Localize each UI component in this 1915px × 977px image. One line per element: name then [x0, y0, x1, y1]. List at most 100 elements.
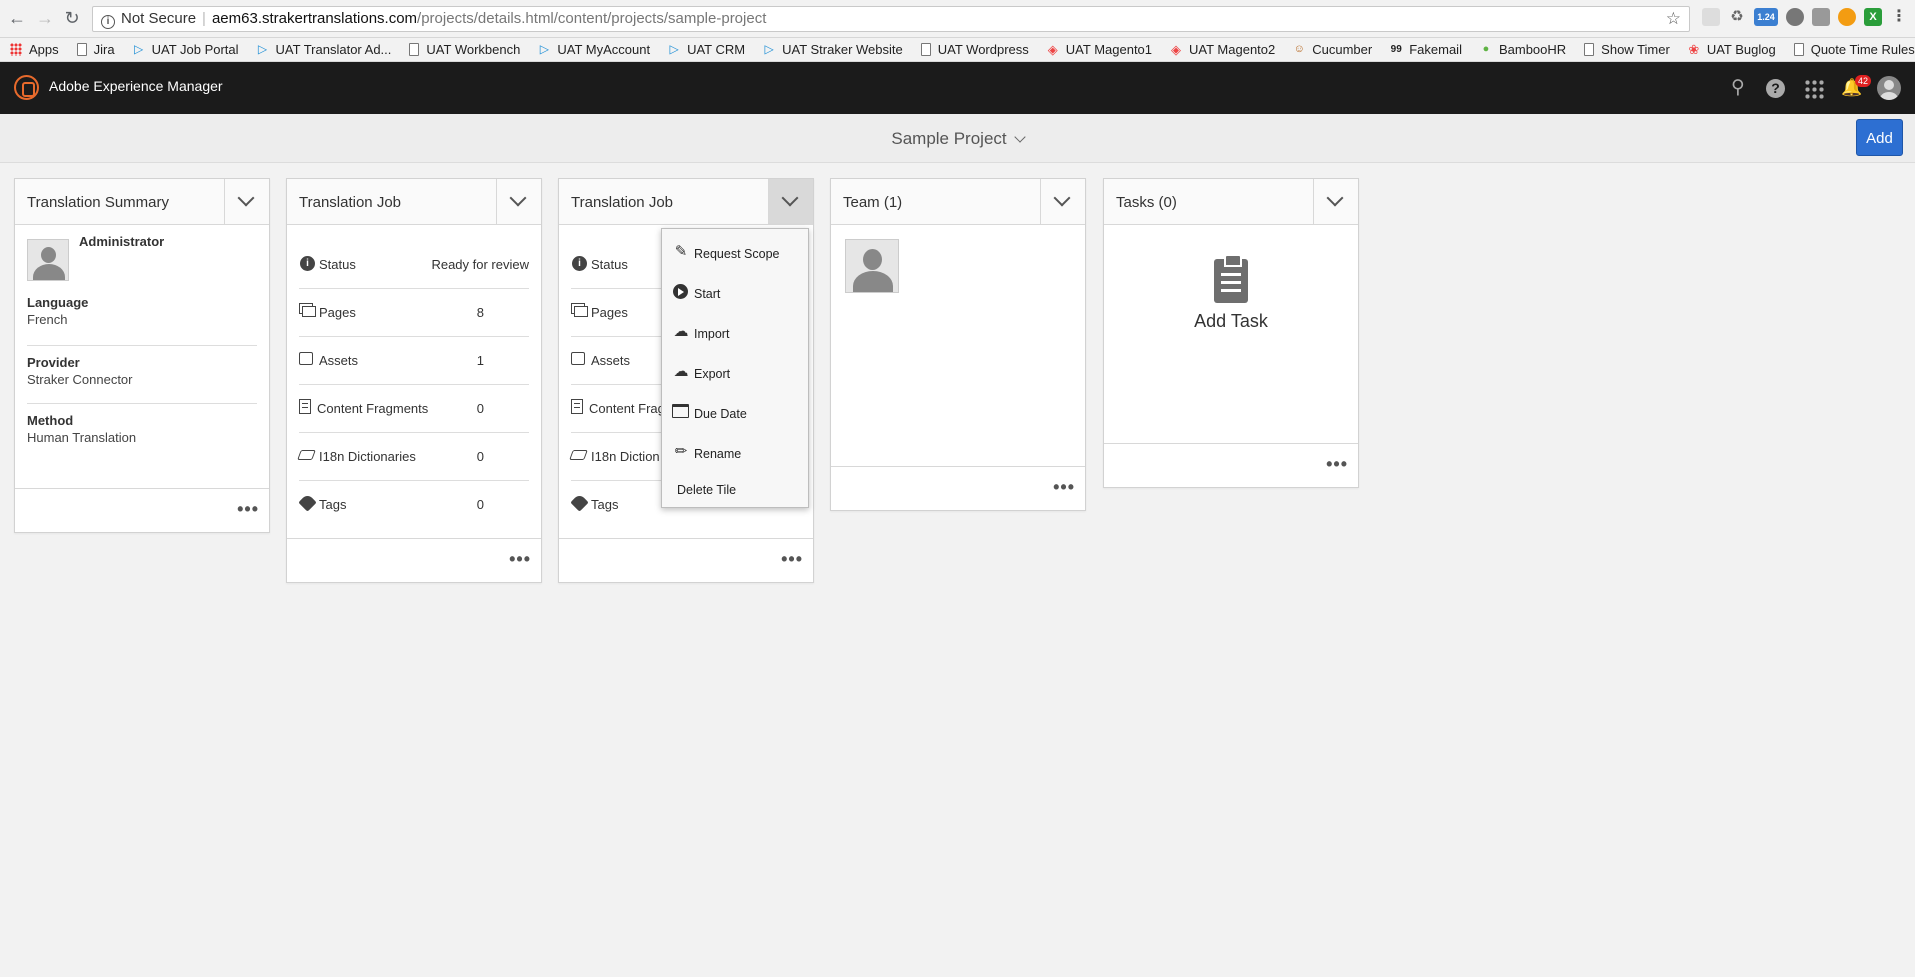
job-row-dictionaries[interactable]: I18n Dictionaries 0 — [297, 433, 529, 481]
menu-item-import[interactable]: ☁ Import — [672, 321, 802, 345]
bookmark-item[interactable]: Quote Time Rules T... — [1793, 42, 1915, 57]
app-title[interactable]: Adobe Experience Manager — [49, 78, 223, 94]
job-row-assets[interactable]: Assets 1 — [299, 337, 529, 385]
bookmark-item[interactable]: ☺ Cucumber — [1293, 42, 1373, 57]
qr-icon[interactable] — [1812, 8, 1830, 26]
dictionary-icon — [297, 450, 316, 460]
bookmark-item[interactable]: ◈ UAT Magento2 — [1170, 42, 1275, 57]
row-label: Status — [319, 257, 356, 272]
bookmark-item[interactable]: ▷ UAT Job Portal — [133, 42, 239, 57]
bookmark-star-icon[interactable]: ☆ — [1666, 7, 1681, 31]
url-path: /projects/details.html/content/projects/… — [417, 10, 767, 27]
adobe-logo-icon[interactable] — [14, 75, 39, 100]
fakemail-icon: 99 — [1390, 44, 1402, 55]
bookmark-item[interactable]: ▷ UAT Translator Ad... — [257, 42, 391, 57]
project-title[interactable]: Sample Project — [0, 129, 1915, 149]
recycle-icon[interactable]: ♻ — [1728, 8, 1746, 26]
menu-item-export[interactable]: ☁ Export — [672, 361, 802, 385]
card-title: Translation Job — [299, 194, 401, 211]
menu-item-label: Export — [694, 367, 731, 381]
menu-item-start[interactable]: Start — [672, 281, 802, 305]
help-icon[interactable]: ? — [1766, 79, 1785, 98]
bookmark-item[interactable]: UAT Wordpress — [920, 42, 1029, 57]
bookmark-item[interactable]: ▷ UAT Straker Website — [763, 42, 903, 57]
bookmark-label: UAT Straker Website — [782, 42, 903, 57]
menu-item-request-scope[interactable]: ✎ Request Scope — [672, 241, 802, 265]
menu-item-due-date[interactable]: Due Date — [672, 401, 802, 425]
separator: | — [202, 10, 206, 27]
card-title: Translation Summary — [27, 194, 169, 211]
user-avatar-icon[interactable] — [1877, 76, 1901, 100]
extension-icons: ♻ 1.24 X ⋮ — [1702, 8, 1908, 30]
more-options-icon[interactable]: ••• — [1053, 478, 1075, 496]
solutions-grid-icon[interactable] — [1804, 79, 1824, 99]
magento-icon: ◈ — [1171, 42, 1182, 57]
reload-icon[interactable]: ↻ — [61, 7, 83, 29]
triangle-icon: ▷ — [257, 42, 268, 56]
bookmark-item[interactable]: Apps — [10, 42, 59, 57]
search-icon[interactable]: ⚲ — [1726, 76, 1750, 100]
menu-item-rename[interactable]: ✏ Rename — [672, 441, 802, 465]
bookmark-item[interactable]: ● BambooHR — [1480, 42, 1567, 57]
back-arrow-icon[interactable]: ← — [6, 7, 28, 29]
bookmark-label: UAT Workbench — [426, 42, 521, 57]
extension-icon[interactable] — [1702, 8, 1720, 26]
menu-item-delete-tile[interactable]: Delete Tile — [672, 477, 802, 501]
bookmark-item[interactable]: UAT Workbench — [409, 42, 520, 57]
menu-item-label: Rename — [694, 447, 742, 461]
more-options-icon[interactable]: ••• — [1326, 455, 1348, 473]
clipboard-icon[interactable] — [1214, 254, 1248, 303]
chevron-down-icon[interactable] — [1013, 131, 1026, 143]
card-toggle-button[interactable] — [224, 179, 269, 225]
bookmark-item[interactable]: ◈ UAT Magento1 — [1047, 42, 1152, 57]
row-value: 8 — [476, 305, 484, 320]
user-avatar-icon — [27, 239, 69, 281]
address-bar[interactable]: i Not Secure | aem63.strakertranslations.co… — [92, 6, 1690, 32]
job-row-status[interactable]: i Status Ready for review — [299, 241, 529, 289]
forward-arrow-icon[interactable]: → — [34, 7, 56, 29]
bookmark-item[interactable]: ▷ UAT MyAccount — [538, 42, 650, 57]
bookmark-label: UAT Job Portal — [151, 42, 239, 57]
notification-badge: 42 — [1855, 75, 1872, 87]
team-card: Team (1) ••• — [830, 178, 1086, 511]
job-row-content-fragments[interactable]: Content Fragments 0 — [299, 385, 529, 433]
bookmark-item[interactable]: ▷ UAT CRM — [668, 42, 745, 57]
bookmark-label: Show Timer — [1601, 42, 1670, 57]
team-member-avatar-icon[interactable] — [845, 239, 899, 293]
job-row-pages[interactable]: Pages 8 — [299, 289, 529, 337]
card-toggle-button[interactable] — [768, 179, 813, 225]
add-button[interactable]: Add — [1856, 119, 1903, 156]
provider-label: Provider — [27, 355, 80, 370]
info-icon: i — [300, 256, 315, 271]
bookmark-item[interactable]: ❀ UAT Buglog — [1688, 42, 1775, 57]
card-header: Translation Job — [559, 179, 813, 225]
bookmark-item[interactable]: 99 Fakemail — [1390, 42, 1462, 57]
card-header: Translation Summary — [15, 179, 269, 225]
tile-actions-menu: ✎ Request Scope Start ☁ Import ☁ Export … — [661, 228, 809, 508]
card-toggle-button[interactable] — [1313, 179, 1358, 225]
job-row-tags[interactable]: Tags 0 — [298, 481, 529, 529]
more-options-icon[interactable]: ••• — [781, 550, 803, 568]
card-toggle-button[interactable] — [496, 179, 541, 225]
bookmark-item[interactable]: Jira — [76, 42, 115, 57]
extension-badge-icon[interactable]: 1.24 — [1754, 8, 1778, 26]
add-task-button[interactable]: Add Task — [1104, 311, 1358, 332]
row-label: Assets — [591, 353, 631, 368]
more-options-icon[interactable]: ••• — [509, 550, 531, 568]
settings-extension-icon[interactable] — [1786, 8, 1804, 26]
menu-dots-icon[interactable]: ⋮ — [1890, 8, 1908, 26]
chevron-down-icon — [1053, 189, 1071, 207]
more-options-icon[interactable]: ••• — [237, 500, 259, 518]
card-footer: ••• — [287, 538, 541, 582]
excel-icon[interactable]: X — [1864, 8, 1882, 26]
browser-toolbar: ← → ↻ i Not Secure | aem63.strakertranslati… — [0, 0, 1915, 38]
card-header: Translation Job — [287, 179, 541, 225]
page-icon — [920, 43, 931, 56]
menu-item-label: Import — [694, 327, 730, 341]
menu-item-label: Due Date — [694, 407, 747, 421]
bookmark-label: UAT MyAccount — [557, 42, 651, 57]
cookie-icon[interactable] — [1838, 8, 1856, 26]
bookmark-item[interactable]: Show Timer — [1584, 42, 1670, 57]
card-toggle-button[interactable] — [1040, 179, 1085, 225]
info-icon[interactable]: i — [101, 15, 115, 29]
